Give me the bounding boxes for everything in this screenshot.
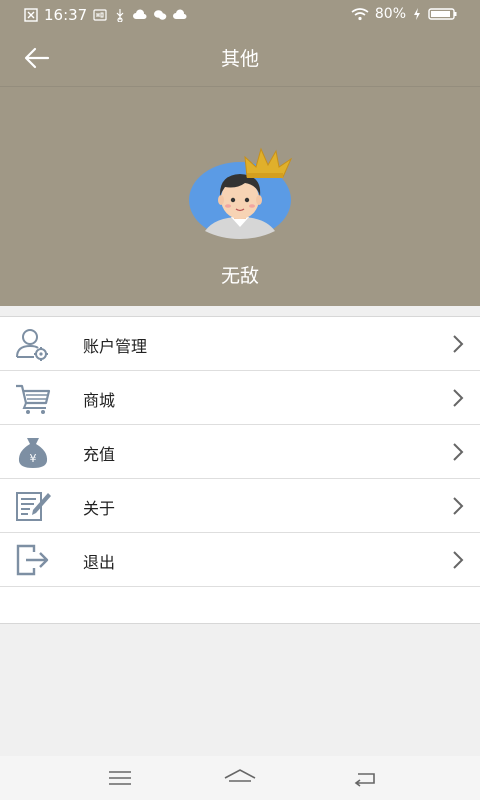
nav-menu-button[interactable] — [98, 764, 142, 792]
charging-icon — [414, 8, 420, 20]
wechat-icon — [154, 10, 167, 20]
menu-label-about: 关于 — [83, 499, 116, 518]
app-header: 其他 — [0, 30, 480, 86]
menu-label-account: 账户管理 — [83, 337, 148, 356]
menu-label-shop: 商城 — [83, 391, 116, 410]
status-bar: 16:37 80% — [0, 0, 480, 30]
shopping-cart-icon — [16, 384, 51, 414]
menu-item-logout[interactable]: 退出 — [0, 533, 480, 587]
menu-item-account[interactable]: 账户管理 — [0, 317, 480, 371]
user-settings-icon — [16, 329, 48, 361]
chevron-right-icon — [453, 443, 464, 461]
page-title: 其他 — [220, 48, 259, 70]
battery-percent: 80% — [374, 6, 406, 22]
avatar[interactable] — [187, 147, 297, 244]
svg-text:¥: ¥ — [30, 452, 37, 465]
system-nav-bar — [0, 756, 480, 800]
menu-item-recharge[interactable]: ¥ 充值 — [0, 425, 480, 479]
nav-back-button[interactable] — [343, 764, 387, 792]
cloud-icon — [133, 9, 147, 19]
crown-icon — [244, 147, 293, 178]
status-left: 16:37 — [24, 6, 187, 24]
chevron-right-icon — [453, 497, 464, 515]
menu-list: 账户管理 商城 ¥ 充值 关于 退出 — [0, 316, 480, 624]
usb-icon — [116, 9, 124, 22]
money-bag-icon: ¥ — [18, 438, 48, 468]
status-time: 16:37 — [44, 6, 88, 24]
chevron-right-icon — [453, 389, 464, 407]
wifi-icon — [351, 8, 369, 21]
chevron-right-icon — [453, 551, 464, 569]
edit-note-icon — [16, 492, 51, 521]
username: 无敌 — [220, 265, 259, 287]
nav-home-button[interactable] — [218, 764, 262, 792]
status-right: 80% — [351, 6, 458, 22]
chevron-right-icon — [453, 335, 464, 353]
cloud-icon — [173, 9, 187, 19]
menu-label-logout: 退出 — [83, 553, 116, 572]
menu-item-shop[interactable]: 商城 — [0, 371, 480, 425]
section-gap — [0, 306, 480, 316]
close-box-icon — [24, 8, 38, 22]
back-icon — [354, 773, 375, 787]
profile-section: 无敌 — [0, 87, 480, 306]
menu-icon — [109, 771, 131, 785]
menu-label-recharge: 充值 — [83, 445, 116, 464]
home-icon — [224, 769, 256, 782]
menu-item-about[interactable]: 关于 — [0, 479, 480, 533]
hd-icon — [93, 9, 107, 21]
logout-icon — [16, 544, 49, 576]
battery-icon — [428, 8, 457, 20]
